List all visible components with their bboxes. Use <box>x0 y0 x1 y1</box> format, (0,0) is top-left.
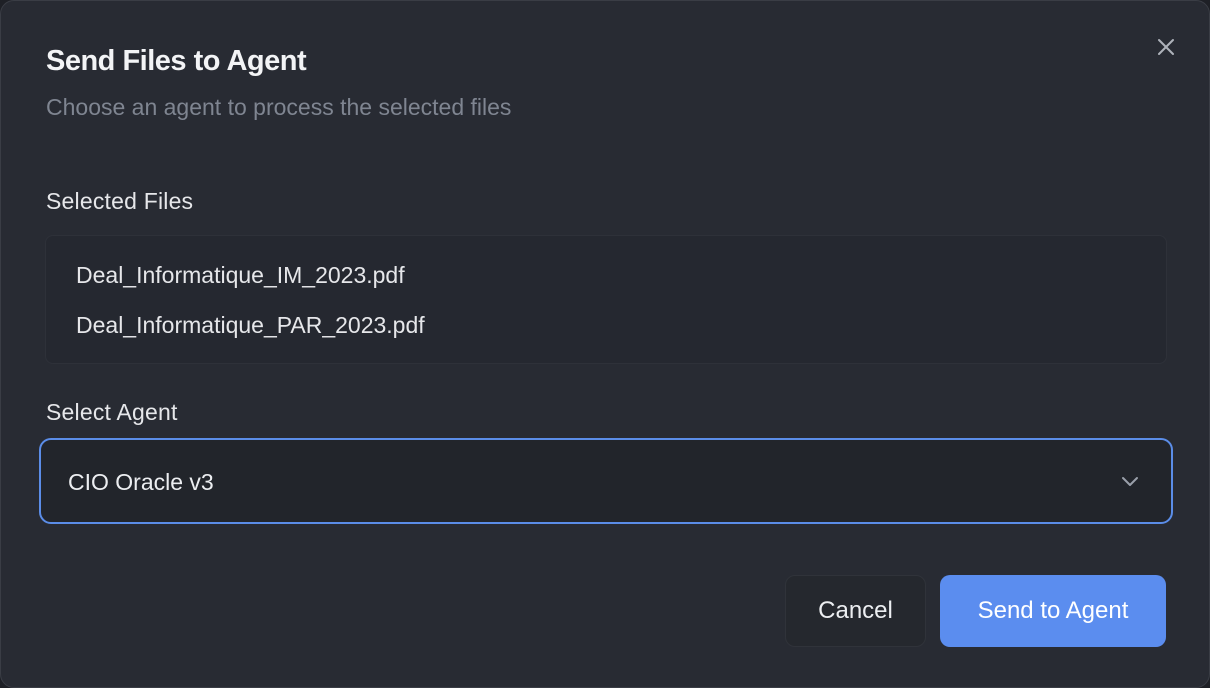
agent-select-value: CIO Oracle v3 <box>68 469 214 495</box>
cancel-button[interactable]: Cancel <box>785 575 926 647</box>
selected-files-list: Deal_Informatique_IM_2023.pdf Deal_Infor… <box>45 235 1167 364</box>
send-to-agent-button[interactable]: Send to Agent <box>940 575 1166 647</box>
select-agent-label: Select Agent <box>46 399 178 425</box>
file-item: Deal_Informatique_PAR_2023.pdf <box>76 312 425 338</box>
selected-files-label: Selected Files <box>46 188 194 214</box>
file-item: Deal_Informatique_IM_2023.pdf <box>76 262 405 288</box>
close-button[interactable] <box>1153 34 1179 60</box>
agent-select[interactable]: CIO Oracle v3 <box>39 438 1173 524</box>
dialog-title: Send Files to Agent <box>46 45 307 77</box>
close-icon <box>1158 39 1174 55</box>
dialog-subtitle: Choose an agent to process the selected … <box>46 94 512 120</box>
send-files-dialog: Send Files to Agent Choose an agent to p… <box>0 0 1210 688</box>
chevron-down-icon <box>1122 477 1138 486</box>
